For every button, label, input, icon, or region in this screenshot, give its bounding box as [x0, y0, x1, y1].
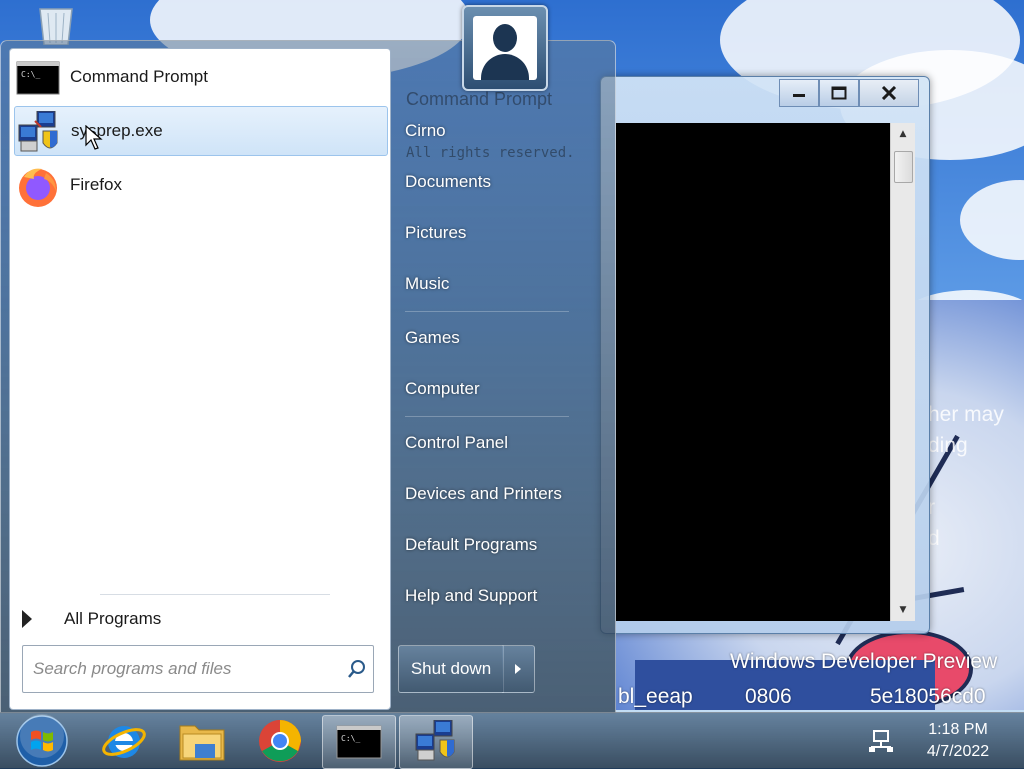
sysprep-icon: [17, 110, 61, 152]
file-explorer-icon[interactable]: [166, 715, 238, 767]
divider: [405, 311, 569, 312]
scroll-up-icon[interactable]: ▲: [891, 125, 915, 143]
balloon-text-fragment: ding: [928, 434, 968, 457]
chevron-right-icon: [515, 664, 521, 674]
taskbar-sysprep[interactable]: [399, 715, 473, 769]
right-item-pictures[interactable]: Pictures: [405, 223, 466, 243]
close-button[interactable]: [859, 79, 919, 107]
chevron-right-icon: [22, 610, 32, 628]
vertical-scrollbar[interactable]: ▲ ▼: [890, 123, 915, 621]
divider: [100, 594, 330, 595]
taskbar-command-prompt[interactable]: C:\_: [322, 715, 396, 769]
balloon-text-fragment: her may: [928, 403, 1004, 426]
program-label: Firefox: [70, 175, 122, 194]
right-item-devices-and-printers[interactable]: Devices and Printers: [405, 484, 562, 504]
start-menu: Command Prompt All rights reserved. C:\_…: [0, 40, 616, 714]
start-button[interactable]: [6, 714, 78, 767]
right-item-games[interactable]: Games: [405, 328, 460, 348]
clock-time: 1:18 PM: [928, 721, 988, 738]
shut-down-options-button[interactable]: [502, 645, 535, 693]
close-icon: [881, 86, 897, 100]
right-item-documents[interactable]: Documents: [405, 172, 491, 192]
search-icon[interactable]: [341, 653, 373, 685]
search-box[interactable]: [22, 645, 374, 693]
chrome-icon[interactable]: [244, 715, 316, 767]
divider: [405, 416, 569, 417]
window-controls: [779, 79, 919, 107]
program-sysprep[interactable]: sysprep.exe: [14, 106, 388, 156]
sysprep-icon: [415, 720, 455, 761]
ghost-console-text: All rights reserved.: [406, 145, 575, 161]
shut-down-button[interactable]: Shut down: [398, 645, 504, 693]
scroll-thumb[interactable]: [894, 151, 913, 183]
maximize-button[interactable]: [819, 79, 859, 107]
right-item-music[interactable]: Music: [405, 274, 449, 294]
command-prompt-window[interactable]: ▲ ▼: [600, 76, 930, 634]
program-firefox[interactable]: Firefox: [14, 161, 386, 209]
scroll-down-icon[interactable]: ▼: [891, 601, 915, 619]
clock-date: 4/7/2022: [926, 743, 990, 760]
console-output[interactable]: [616, 123, 890, 621]
firefox-icon: [16, 165, 60, 207]
internet-explorer-icon[interactable]: [88, 715, 160, 767]
user-avatar-icon: [473, 16, 537, 80]
maximize-icon: [831, 86, 847, 100]
recycle-bin-icon[interactable]: [30, 5, 82, 46]
network-icon[interactable]: [868, 729, 894, 757]
minimize-icon: [793, 94, 805, 97]
svg-text:C:\_: C:\_: [341, 734, 360, 743]
pinned-programs-pane: C:\_ Command Prompt sysprep.exe Firefox …: [9, 48, 391, 635]
watermark-build-fragment: bl_eeap: [618, 685, 693, 708]
search-input[interactable]: [23, 648, 341, 690]
right-item-help-and-support[interactable]: Help and Support: [405, 586, 537, 606]
right-item-user[interactable]: Cirno: [405, 121, 446, 141]
all-programs-label: All Programs: [64, 609, 162, 628]
right-item-control-panel[interactable]: Control Panel: [405, 433, 508, 453]
program-command-prompt[interactable]: C:\_ Command Prompt: [14, 53, 386, 101]
user-picture[interactable]: [462, 5, 548, 91]
start-orb-icon: [16, 714, 68, 767]
all-programs-button[interactable]: All Programs: [22, 604, 161, 634]
right-item-computer[interactable]: Computer: [405, 379, 480, 399]
cmd-icon: C:\_: [336, 725, 382, 759]
program-label: Command Prompt: [70, 67, 208, 86]
system-clock[interactable]: 1:18 PM 4/7/2022: [908, 719, 1008, 763]
watermark-build-fragment: 0806: [745, 685, 792, 708]
ghost-window-title: Command Prompt: [406, 89, 553, 109]
mouse-cursor-icon: [85, 125, 103, 150]
minimize-button[interactable]: [779, 79, 819, 107]
taskbar: C:\_ 1:18 PM 4/7/2022: [0, 712, 1024, 769]
svg-text:C:\_: C:\_: [21, 70, 40, 79]
watermark-build-fragment: 5e18056cd0: [870, 685, 986, 708]
cmd-icon: C:\_: [16, 57, 60, 97]
watermark-title: Windows Developer Preview: [730, 650, 998, 673]
right-item-default-programs[interactable]: Default Programs: [405, 535, 537, 555]
